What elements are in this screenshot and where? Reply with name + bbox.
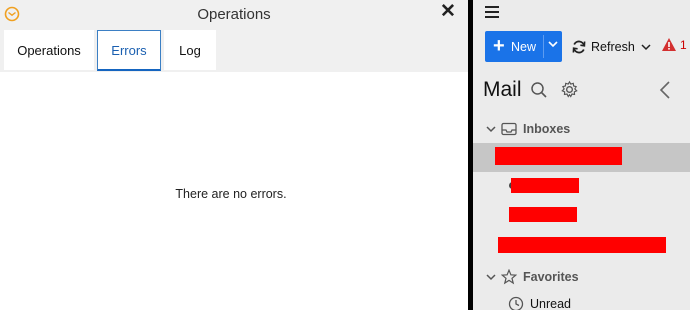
gear-icon[interactable] (560, 80, 579, 99)
inbox-row[interactable] (495, 236, 670, 256)
search-icon[interactable] (530, 81, 548, 99)
favorites-section-header[interactable]: Favorites (486, 268, 579, 286)
warning-icon (662, 38, 676, 51)
tab-content: There are no errors. (0, 72, 468, 310)
new-button[interactable]: + New (485, 31, 562, 62)
alerts-indicator[interactable]: 1 (661, 37, 687, 52)
alert-count: 1 (680, 37, 687, 52)
clock-icon (508, 296, 524, 310)
dialog-titlebar: Operations ✕ (0, 0, 468, 30)
chevron-down-icon (486, 126, 496, 133)
dialog-title: Operations (197, 6, 271, 23)
chevron-left-icon[interactable] (658, 80, 672, 100)
redacted-folder-name (509, 207, 577, 222)
mail-heading: Mail (483, 78, 522, 101)
button-separator (543, 35, 544, 58)
plus-icon: + (493, 35, 505, 57)
tab-strip: Operations Errors Log (0, 30, 468, 72)
empty-state-message: There are no errors. (175, 187, 287, 201)
tab-log[interactable]: Log (164, 30, 216, 70)
refresh-icon (572, 40, 586, 54)
inbox-row[interactable] (503, 176, 583, 196)
chevron-down-icon[interactable] (547, 37, 559, 51)
tab-errors[interactable]: Errors (97, 30, 161, 71)
redacted-folder-name (511, 178, 579, 193)
inboxes-section-header[interactable]: Inboxes (486, 120, 570, 138)
inbox-row[interactable] (503, 205, 583, 225)
unread-label: Unread (530, 297, 571, 310)
chevron-down-icon[interactable] (641, 43, 651, 51)
favorite-item-unread[interactable]: Unread (508, 296, 571, 310)
close-icon[interactable]: ✕ (440, 1, 456, 23)
inboxes-label: Inboxes (523, 122, 571, 136)
star-icon (501, 269, 517, 285)
chevron-down-icon (486, 274, 496, 281)
favorites-label: Favorites (523, 270, 579, 284)
redacted-folder-name (498, 237, 666, 253)
operations-dialog: Operations ✕ Operations Errors Log There… (0, 0, 468, 310)
inbox-icon (501, 122, 517, 136)
refresh-label: Refresh (591, 40, 635, 54)
menu-icon[interactable] (485, 6, 499, 18)
mail-pane: + New Refresh 1 Mail Inboxes Favorites U… (473, 0, 690, 310)
refresh-button[interactable]: Refresh (571, 38, 651, 56)
tab-operations[interactable]: Operations (4, 30, 94, 70)
new-button-label: New (511, 40, 537, 54)
redacted-account-name (495, 147, 622, 165)
